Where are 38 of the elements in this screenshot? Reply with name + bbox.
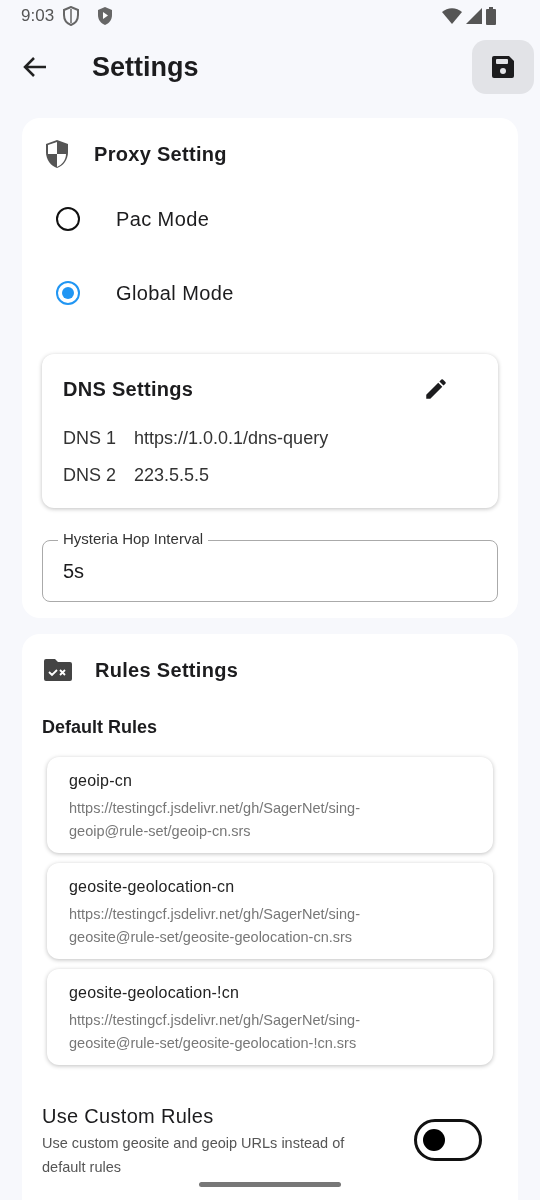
setting-description: Use custom geosite and geoip URLs instead of default rules bbox=[42, 1134, 346, 1177]
rule-card[interactable]: geoip-cn https://testingcf.jsdelivr.net/gh/SagerNet/sing-geoip@rule-set/geoip-cn.srs bbox=[47, 757, 493, 853]
rule-name: geosite-geolocation-!cn bbox=[69, 983, 241, 1003]
option-label[interactable]: Pac Mode bbox=[116, 204, 210, 234]
dns-label: DNS 2 bbox=[63, 464, 116, 487]
battery-icon bbox=[486, 7, 496, 25]
signal-icon bbox=[466, 8, 482, 24]
rule-name: geosite-geolocation-cn bbox=[69, 877, 236, 897]
rule-name: geoip-cn bbox=[69, 771, 133, 791]
dns-value: https://1.0.0.1/dns-query bbox=[134, 427, 329, 450]
radio-button[interactable] bbox=[56, 207, 80, 231]
folder-check-icon bbox=[44, 659, 72, 681]
page-title: Settings bbox=[92, 50, 200, 84]
save-button[interactable] bbox=[472, 40, 534, 94]
play-shield-icon bbox=[96, 6, 115, 26]
field-label: Hysteria Hop Interval bbox=[58, 530, 209, 548]
rule-card[interactable]: geosite-geolocation-cn https://testingcf.jsdelivr.net/gh/SagerNet/sing-geosite@rule-set/geosite-geolocation-cn.srs bbox=[47, 863, 493, 959]
rule-card[interactable]: geosite-geolocation-!cn https://testingcf.jsdelivr.net/gh/SagerNet/sing-geosite@rule-set/geosite-geolocation-!cn.srs bbox=[47, 969, 493, 1065]
section-title: Proxy Setting bbox=[94, 142, 227, 167]
rule-url: https://testingcf.jsdelivr.net/gh/SagerNet/sing-geosite@rule-set/geosite-geolocation-cn.srs bbox=[69, 905, 361, 947]
field-value: 5s bbox=[63, 559, 85, 584]
dns-value: 223.5.5.5 bbox=[134, 464, 210, 487]
status-time: 9:03 bbox=[21, 5, 55, 28]
back-arrow-icon[interactable] bbox=[22, 56, 48, 78]
wifi-icon bbox=[442, 8, 462, 24]
section-title: Rules Settings bbox=[95, 658, 239, 683]
setting-title: Use Custom Rules bbox=[42, 1104, 215, 1129]
dns-label: DNS 1 bbox=[63, 427, 116, 450]
toggle-switch[interactable] bbox=[414, 1119, 482, 1161]
option-label[interactable]: Global Mode bbox=[116, 278, 234, 308]
rule-url: https://testingcf.jsdelivr.net/gh/SagerNet/sing-geoip@rule-set/geoip-cn.srs bbox=[69, 799, 361, 841]
shield-icon bbox=[62, 6, 81, 26]
shield-icon bbox=[44, 139, 70, 169]
pencil-icon[interactable] bbox=[423, 376, 449, 402]
radio-button[interactable] bbox=[56, 281, 80, 305]
card-title: DNS Settings bbox=[63, 377, 194, 402]
subsection-title: Default Rules bbox=[42, 716, 159, 739]
rule-url: https://testingcf.jsdelivr.net/gh/SagerNet/sing-geosite@rule-set/geosite-geolocation-!cn.srs bbox=[69, 1011, 361, 1053]
